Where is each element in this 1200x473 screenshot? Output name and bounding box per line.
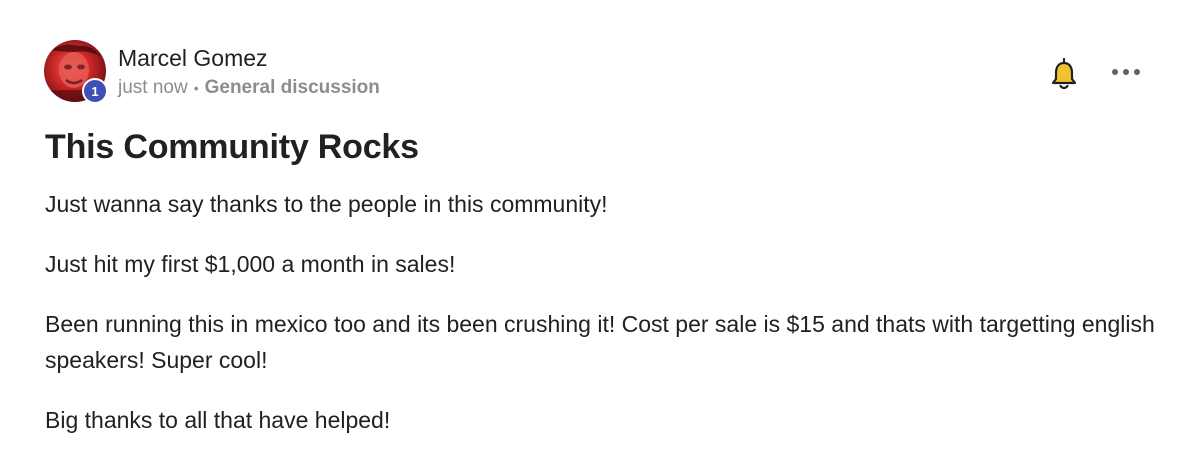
post-header: 1 Marcel Gomez just now • General discus… [44, 40, 380, 104]
post-paragraph: Been running this in mexico too and its … [45, 311, 1155, 373]
author-name[interactable]: Marcel Gomez [118, 44, 380, 72]
post-paragraph: Just wanna say thanks to the people in t… [45, 191, 608, 217]
level-number: 1 [91, 83, 99, 99]
post-body: Just wanna say thanks to the people in t… [45, 186, 1155, 462]
author-avatar[interactable]: 1 [44, 40, 108, 104]
post-meta: Marcel Gomez just now • General discussi… [118, 40, 380, 99]
post-paragraph: Just hit my first $1,000 a month in sale… [45, 251, 456, 277]
bell-icon-graphic [1051, 57, 1077, 90]
more-options-icon[interactable] [1110, 62, 1142, 82]
post-card: 1 Marcel Gomez just now • General discus… [0, 0, 1200, 473]
post-paragraph: Big thanks to all that have helped! [45, 407, 391, 433]
post-title: This Community Rocks [45, 128, 419, 166]
post-sub-meta: just now • General discussion [118, 77, 380, 99]
post-category-link[interactable]: General discussion [205, 77, 380, 99]
post-timestamp: just now [118, 77, 188, 98]
meta-separator: • [193, 80, 199, 96]
more-dots-graphic [1112, 69, 1140, 75]
level-badge: 1 [82, 78, 108, 104]
bell-icon[interactable] [1050, 57, 1078, 91]
